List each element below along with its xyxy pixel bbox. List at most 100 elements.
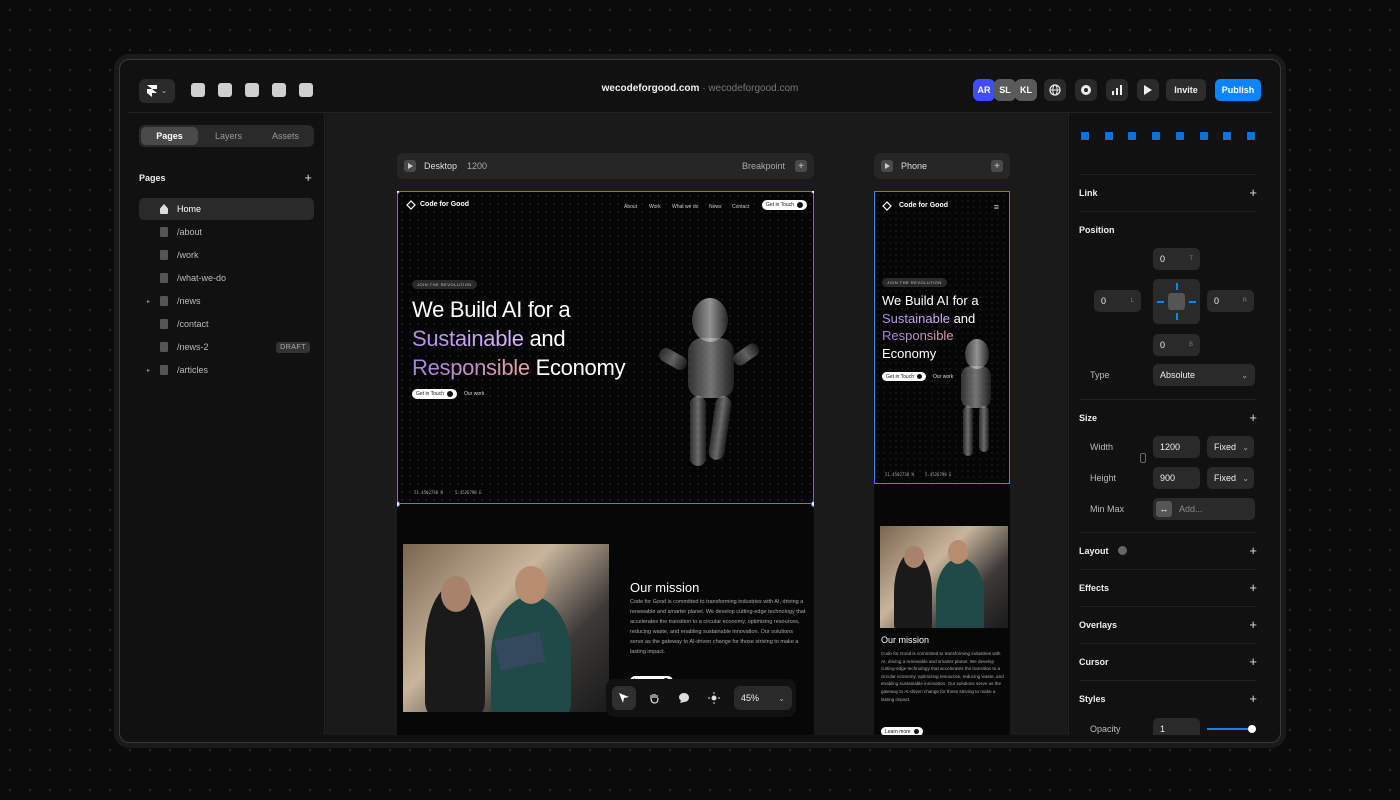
person-left-head (904, 546, 924, 568)
position-right-input[interactable]: 0R (1207, 290, 1254, 312)
our-work-link[interactable]: Our work (933, 374, 953, 380)
add-breakpoint-icon[interactable]: + (795, 160, 807, 172)
page-item-what-we-do[interactable]: /what-we-do (139, 267, 314, 289)
zoom-select[interactable]: 45% ⌄ (734, 686, 792, 710)
resize-handle[interactable] (811, 191, 814, 194)
hamburger-menu-icon[interactable]: ≡ (994, 202, 999, 212)
hero-section[interactable]: Code for Good About Work What we do News… (397, 191, 814, 504)
preview-button[interactable] (1137, 79, 1159, 101)
position-bottom-input[interactable]: 0B (1153, 334, 1200, 356)
min-max-input[interactable]: ↔ Add... (1153, 498, 1255, 520)
comment-tool-button[interactable] (672, 686, 696, 710)
page-item-articles[interactable]: ▸ /articles (139, 359, 314, 381)
desktop-frame-bar[interactable]: Desktop 1200 Breakpoint + (397, 153, 814, 179)
align-center-v-icon[interactable] (1174, 131, 1186, 141)
hand-tool-button[interactable] (642, 686, 666, 710)
align-bottom-icon[interactable] (1198, 131, 1210, 141)
tab-assets[interactable]: Assets (257, 125, 314, 147)
canvas[interactable]: Desktop 1200 Breakpoint + Phone + Code f… (326, 113, 1067, 735)
pin-left-line[interactable] (1157, 301, 1164, 303)
tab-pages[interactable]: Pages (141, 127, 198, 145)
add-effect-icon[interactable]: + (1249, 581, 1257, 594)
distribute-v-icon[interactable] (1245, 131, 1257, 141)
site-domain[interactable]: wecodeforgood.com (602, 83, 700, 94)
pin-right-line[interactable] (1189, 301, 1196, 303)
our-work-link[interactable]: Our work (464, 391, 484, 397)
aspect-lock-icon[interactable] (1140, 453, 1146, 463)
page-item-news[interactable]: ▸ /news (139, 290, 314, 312)
avatar-kl[interactable]: KL (1015, 79, 1037, 101)
width-input[interactable]: 1200 (1153, 436, 1200, 458)
tab-layers[interactable]: Layers (200, 125, 257, 147)
add-page-icon[interactable]: + (304, 170, 312, 185)
breakpoint-label[interactable]: Breakpoint (742, 161, 785, 171)
phone-frame[interactable]: Code for Good ≡ JOIN THE REVOLUTION We B… (874, 191, 1010, 735)
pin-top-line[interactable] (1176, 283, 1178, 290)
phone-hero-section[interactable]: Code for Good ≡ JOIN THE REVOLUTION We B… (874, 191, 1010, 484)
align-top-icon[interactable] (1150, 131, 1162, 141)
globe-button[interactable] (1044, 79, 1066, 101)
expand-arrow-icon[interactable]: ▸ (147, 367, 150, 374)
avatar-sl[interactable]: SL (994, 79, 1016, 101)
add-size-icon[interactable]: + (1249, 411, 1257, 424)
distribute-h-icon[interactable] (1221, 131, 1233, 141)
page-item-about[interactable]: /about (139, 221, 314, 243)
learn-more-button[interactable]: Learn more (881, 727, 923, 735)
nav-contact[interactable]: Contact (732, 204, 749, 210)
site-logo[interactable]: Code for Good (420, 201, 469, 208)
size-section: Size + Width 1200 Fixed ⌄ Height 900 Fixe… (1079, 399, 1257, 532)
nav-cta-button[interactable]: Get in Touch (762, 200, 807, 210)
nav-work[interactable]: Work (649, 204, 661, 210)
position-pin-widget[interactable] (1153, 279, 1200, 324)
opacity-slider-track[interactable] (1207, 728, 1251, 730)
coordinate-north: 51.4502738 N (414, 490, 443, 495)
avatar-ar[interactable]: AR (973, 79, 995, 101)
publish-button[interactable]: Publish (1215, 79, 1261, 101)
play-icon[interactable] (881, 160, 893, 172)
site-logo[interactable]: Code for Good (899, 202, 948, 209)
add-style-icon[interactable]: + (1249, 692, 1257, 705)
add-link-icon[interactable]: + (1249, 186, 1257, 199)
page-item-home[interactable]: Home (139, 198, 314, 220)
desktop-frame[interactable]: Code for Good About Work What we do News… (397, 191, 814, 735)
opacity-input[interactable]: 1 (1153, 718, 1200, 735)
opacity-slider-thumb[interactable] (1248, 725, 1256, 733)
play-icon[interactable] (404, 160, 416, 172)
opacity-label: Opacity (1090, 724, 1121, 734)
team-photo (403, 544, 609, 712)
pin-bottom-line[interactable] (1176, 313, 1178, 320)
position-type-select[interactable]: Absolute ⌄ (1153, 364, 1255, 386)
nav-news[interactable]: News (709, 204, 722, 210)
align-center-h-icon[interactable] (1103, 131, 1115, 141)
theme-toggle-button[interactable] (702, 686, 726, 710)
page-item-contact[interactable]: /contact (139, 313, 314, 335)
page-item-news-2[interactable]: /news-2 DRAFT (139, 336, 314, 358)
settings-button[interactable] (1075, 79, 1097, 101)
add-breakpoint-icon[interactable]: + (991, 160, 1003, 172)
height-mode-select[interactable]: Fixed ⌄ (1207, 467, 1254, 489)
select-tool-button[interactable] (612, 686, 636, 710)
phone-frame-bar[interactable]: Phone + (874, 153, 1010, 179)
add-layout-icon[interactable]: + (1249, 544, 1257, 557)
nav-what-we-do[interactable]: What we do (672, 204, 698, 210)
styles-section: Styles + Opacity 1 (1079, 680, 1257, 735)
resize-handle[interactable] (811, 501, 814, 507)
add-cursor-icon[interactable]: + (1249, 655, 1257, 668)
mission-text: Code for Good is committed to transformi… (630, 599, 806, 655)
align-right-icon[interactable] (1126, 131, 1138, 141)
gear-icon (1081, 85, 1091, 95)
hero-cta-button[interactable]: Get in Touch (882, 372, 926, 381)
info-icon[interactable] (1118, 546, 1127, 555)
expand-arrow-icon[interactable]: ▸ (147, 298, 150, 305)
position-top-input[interactable]: 0T (1153, 248, 1200, 270)
hero-cta-button[interactable]: Get in Touch (412, 389, 457, 399)
invite-button[interactable]: Invite (1166, 79, 1206, 101)
width-mode-select[interactable]: Fixed ⌄ (1207, 436, 1254, 458)
align-left-icon[interactable] (1079, 131, 1091, 141)
analytics-button[interactable] (1106, 79, 1128, 101)
position-left-input[interactable]: 0L (1094, 290, 1141, 312)
height-input[interactable]: 900 (1153, 467, 1200, 489)
nav-about[interactable]: About (624, 204, 637, 210)
add-overlay-icon[interactable]: + (1249, 618, 1257, 631)
page-item-work[interactable]: /work (139, 244, 314, 266)
